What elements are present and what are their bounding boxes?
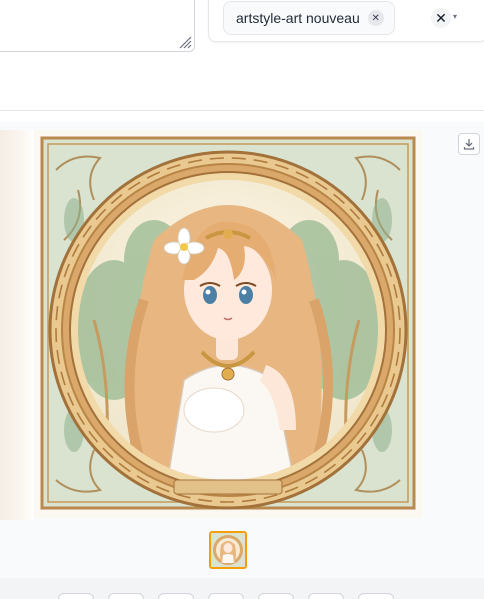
prompt-textbox[interactable] [0, 0, 195, 52]
example-button[interactable] [158, 593, 194, 599]
download-button[interactable] [458, 133, 480, 155]
chevron-down-icon[interactable]: ▾ [453, 12, 457, 21]
gallery-thumbnail[interactable] [209, 531, 247, 569]
style-chip-label: artstyle-art nouveau [236, 10, 360, 26]
gallery-main-image[interactable] [34, 130, 422, 518]
example-button[interactable] [108, 593, 144, 599]
example-button[interactable] [358, 593, 394, 599]
download-icon [463, 139, 475, 150]
close-icon: ✕ [435, 9, 447, 26]
style-chip[interactable]: artstyle-art nouveau ✕ [223, 1, 395, 35]
clear-all-button[interactable]: ✕ [431, 8, 451, 28]
example-button[interactable] [258, 593, 294, 599]
example-button[interactable] [308, 593, 344, 599]
example-button[interactable] [58, 593, 94, 599]
style-multiselect[interactable]: artstyle-art nouveau ✕ ✕ ▾ [208, 0, 484, 42]
close-icon[interactable]: ✕ [367, 10, 384, 26]
example-button[interactable] [208, 593, 244, 599]
previous-image-peek[interactable] [0, 130, 34, 520]
resize-handle-icon[interactable] [178, 35, 192, 49]
section-divider [0, 110, 484, 111]
